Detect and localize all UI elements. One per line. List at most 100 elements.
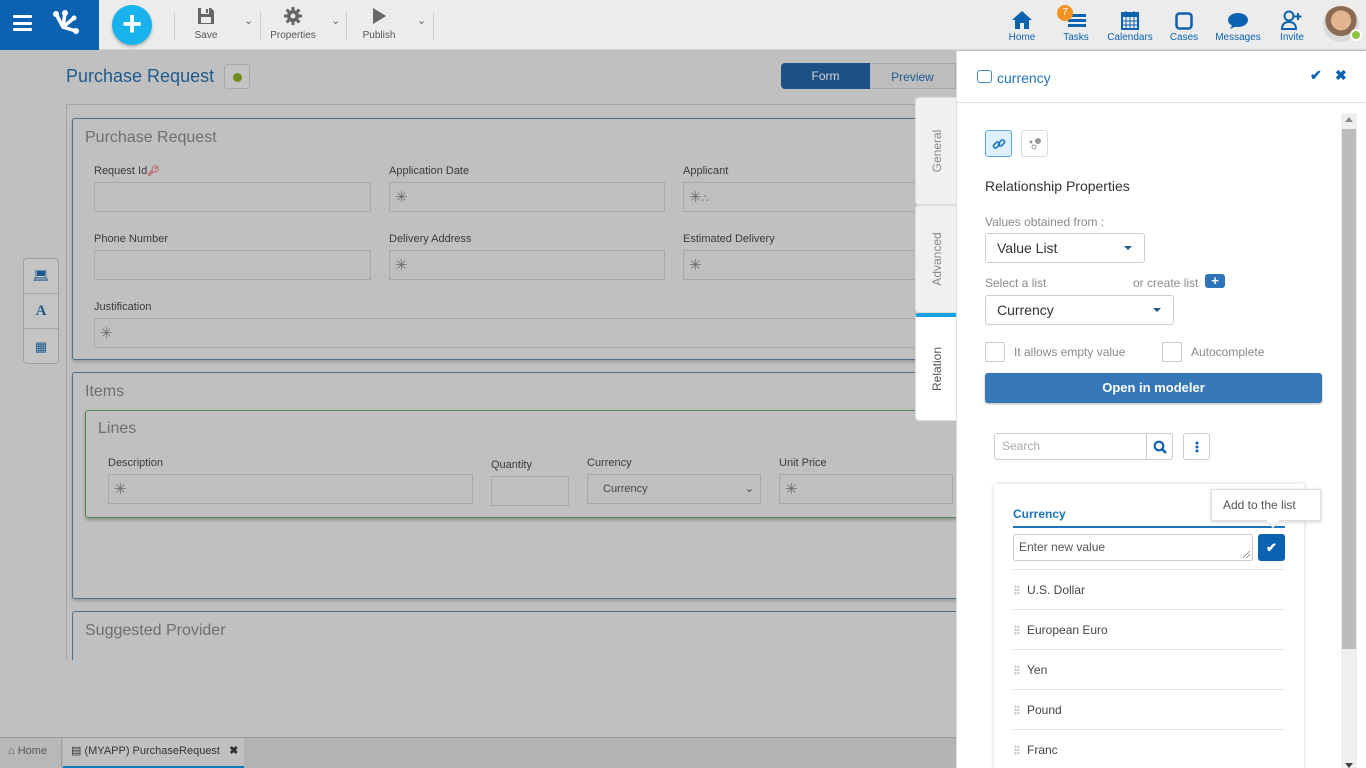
scroll-up-icon[interactable] — [1345, 117, 1353, 122]
status-dot-icon — [233, 73, 242, 82]
key-icon: 🔑︎ — [147, 166, 160, 177]
drag-handle-icon[interactable] — [1014, 705, 1020, 715]
cube-icon[interactable]: ▦ — [24, 329, 58, 364]
scroll-down-icon[interactable] — [1345, 763, 1353, 768]
field-label-quantity: Quantity — [491, 459, 532, 471]
list-item[interactable]: European Euro — [1013, 609, 1285, 649]
search-input[interactable]: Search — [994, 433, 1147, 460]
list-item[interactable]: U.S. Dollar — [1013, 569, 1285, 609]
relation-button[interactable] — [1021, 130, 1048, 157]
drag-handle-icon[interactable] — [1014, 745, 1020, 755]
close-icon[interactable]: ✖ — [229, 745, 238, 757]
description-field[interactable]: ✳ — [108, 474, 473, 504]
request-id-field[interactable] — [94, 182, 371, 212]
text-icon[interactable]: A — [24, 294, 58, 329]
properties-header: currency ✔ ✖ — [957, 51, 1366, 103]
menu-icon[interactable] — [13, 15, 32, 31]
section-title: Purchase Request — [85, 129, 217, 146]
drag-handle-icon[interactable] — [1014, 665, 1020, 675]
relation-icon: ∴ — [701, 193, 709, 205]
home-icon — [1012, 11, 1032, 29]
add-to-list-button[interactable]: ✔ — [1258, 534, 1285, 561]
list-dropdown[interactable]: Currency — [985, 295, 1174, 325]
scrollbar-thumb[interactable] — [1342, 129, 1356, 649]
section-title: Lines — [98, 420, 137, 437]
nav-tasks[interactable]: 7 Tasks — [1051, 5, 1101, 43]
nav-cases[interactable]: Cases — [1159, 6, 1209, 43]
create-list-button[interactable]: + — [1205, 274, 1225, 288]
section-lines[interactable]: Lines Description ✳ Quantity Currency Cu… — [85, 410, 975, 518]
page-title: Purchase Request — [66, 66, 215, 86]
floppy-icon — [198, 8, 214, 24]
field-label-estimated-delivery: Estimated Delivery — [683, 233, 775, 245]
drag-handle-icon[interactable] — [1014, 625, 1020, 635]
value-list-title: Currency — [1013, 507, 1066, 521]
create-list-label: or create list — [1133, 276, 1199, 290]
field-type-icon — [977, 70, 992, 83]
open-in-modeler-button[interactable]: Open in modeler — [985, 373, 1322, 403]
justification-field[interactable]: ✳ — [94, 318, 984, 348]
required-asterisk-icon: ✳ — [395, 189, 408, 206]
chevron-down-icon: ⌄ — [744, 483, 754, 495]
tab-form[interactable]: Form — [781, 63, 870, 89]
nav-invite[interactable]: Invite — [1267, 6, 1317, 43]
logo-icon — [53, 10, 79, 34]
required-asterisk-icon: ✳ — [100, 325, 113, 342]
properties-title: currency — [997, 70, 1051, 86]
required-asterisk-icon: ✳ — [785, 481, 798, 498]
status-button[interactable] — [224, 64, 250, 89]
search-button[interactable] — [1146, 433, 1173, 460]
confirm-icon[interactable]: ✔ — [1310, 67, 1322, 84]
link-button[interactable] — [985, 130, 1012, 157]
scrollbar[interactable] — [1341, 113, 1357, 768]
nav-messages[interactable]: Messages — [1213, 6, 1263, 43]
canvas-bottom-area — [0, 660, 956, 737]
currency-select[interactable]: Currency ⌄ — [587, 474, 761, 504]
field-label-application-date: Application Date — [389, 165, 470, 177]
list-item[interactable]: Yen — [1013, 649, 1285, 689]
bottom-tab-purchase-request[interactable]: ▤ (MYAPP) PurchaseRequest ✖ — [63, 738, 244, 768]
relationship-properties-heading: Relationship Properties — [985, 178, 1130, 194]
tab-advanced[interactable]: Advanced — [915, 205, 957, 313]
close-icon[interactable]: ✖ — [1335, 67, 1347, 84]
tab-relation[interactable]: Relation — [915, 313, 957, 421]
resize-handle-icon[interactable] — [1243, 551, 1250, 558]
autocomplete-checkbox[interactable] — [1162, 342, 1182, 362]
phone-number-field[interactable] — [94, 250, 371, 280]
required-asterisk-icon: ✳∴ — [689, 189, 709, 206]
list-item[interactable]: Franc — [1013, 729, 1285, 768]
caret-down-icon — [1153, 308, 1161, 312]
more-options-button[interactable] — [1183, 433, 1210, 460]
laptop-icon[interactable]: 💻︎ — [24, 259, 58, 294]
quantity-field[interactable] — [491, 476, 569, 506]
allow-empty-checkbox[interactable] — [985, 342, 1005, 362]
values-from-dropdown[interactable]: Value List — [985, 233, 1145, 263]
required-asterisk-icon: ✳ — [395, 257, 408, 274]
publish-dropdown-chevron-icon[interactable]: ⌄ — [417, 14, 426, 27]
nav-calendars[interactable]: Calendars — [1105, 6, 1155, 43]
calendar-icon — [1121, 11, 1139, 30]
chat-icon — [1228, 13, 1248, 29]
field-label-justification: Justification — [94, 301, 152, 313]
tab-general[interactable]: General — [915, 97, 957, 205]
new-value-textarea[interactable]: Enter new value — [1013, 534, 1253, 561]
save-button[interactable]: Save — [190, 5, 222, 41]
document-icon: ▤ — [71, 745, 82, 757]
delivery-address-field[interactable]: ✳ — [389, 250, 665, 280]
divider — [174, 12, 175, 40]
brand-area — [0, 0, 99, 50]
list-item[interactable]: Pound — [1013, 689, 1285, 729]
section-purchase-request[interactable]: Purchase Request Request Id🔑︎ Applicatio… — [72, 118, 984, 360]
section-items[interactable]: Items Lines Description ✳ Quantity Curre… — [72, 372, 975, 599]
nav-home[interactable]: Home — [997, 6, 1047, 43]
add-button[interactable]: + — [112, 5, 152, 45]
drag-handle-icon[interactable] — [1014, 585, 1020, 595]
properties-button[interactable]: Properties — [268, 5, 318, 41]
publish-button[interactable]: Publish — [358, 5, 400, 41]
unit-price-field[interactable]: ✳ — [779, 474, 953, 504]
tab-preview[interactable]: Preview — [870, 63, 956, 89]
properties-dropdown-chevron-icon[interactable]: ⌄ — [331, 14, 340, 27]
save-dropdown-chevron-icon[interactable]: ⌄ — [244, 14, 253, 27]
bottom-tab-home[interactable]: ⌂ Home — [0, 738, 62, 768]
application-date-field[interactable]: ✳ — [389, 182, 665, 212]
